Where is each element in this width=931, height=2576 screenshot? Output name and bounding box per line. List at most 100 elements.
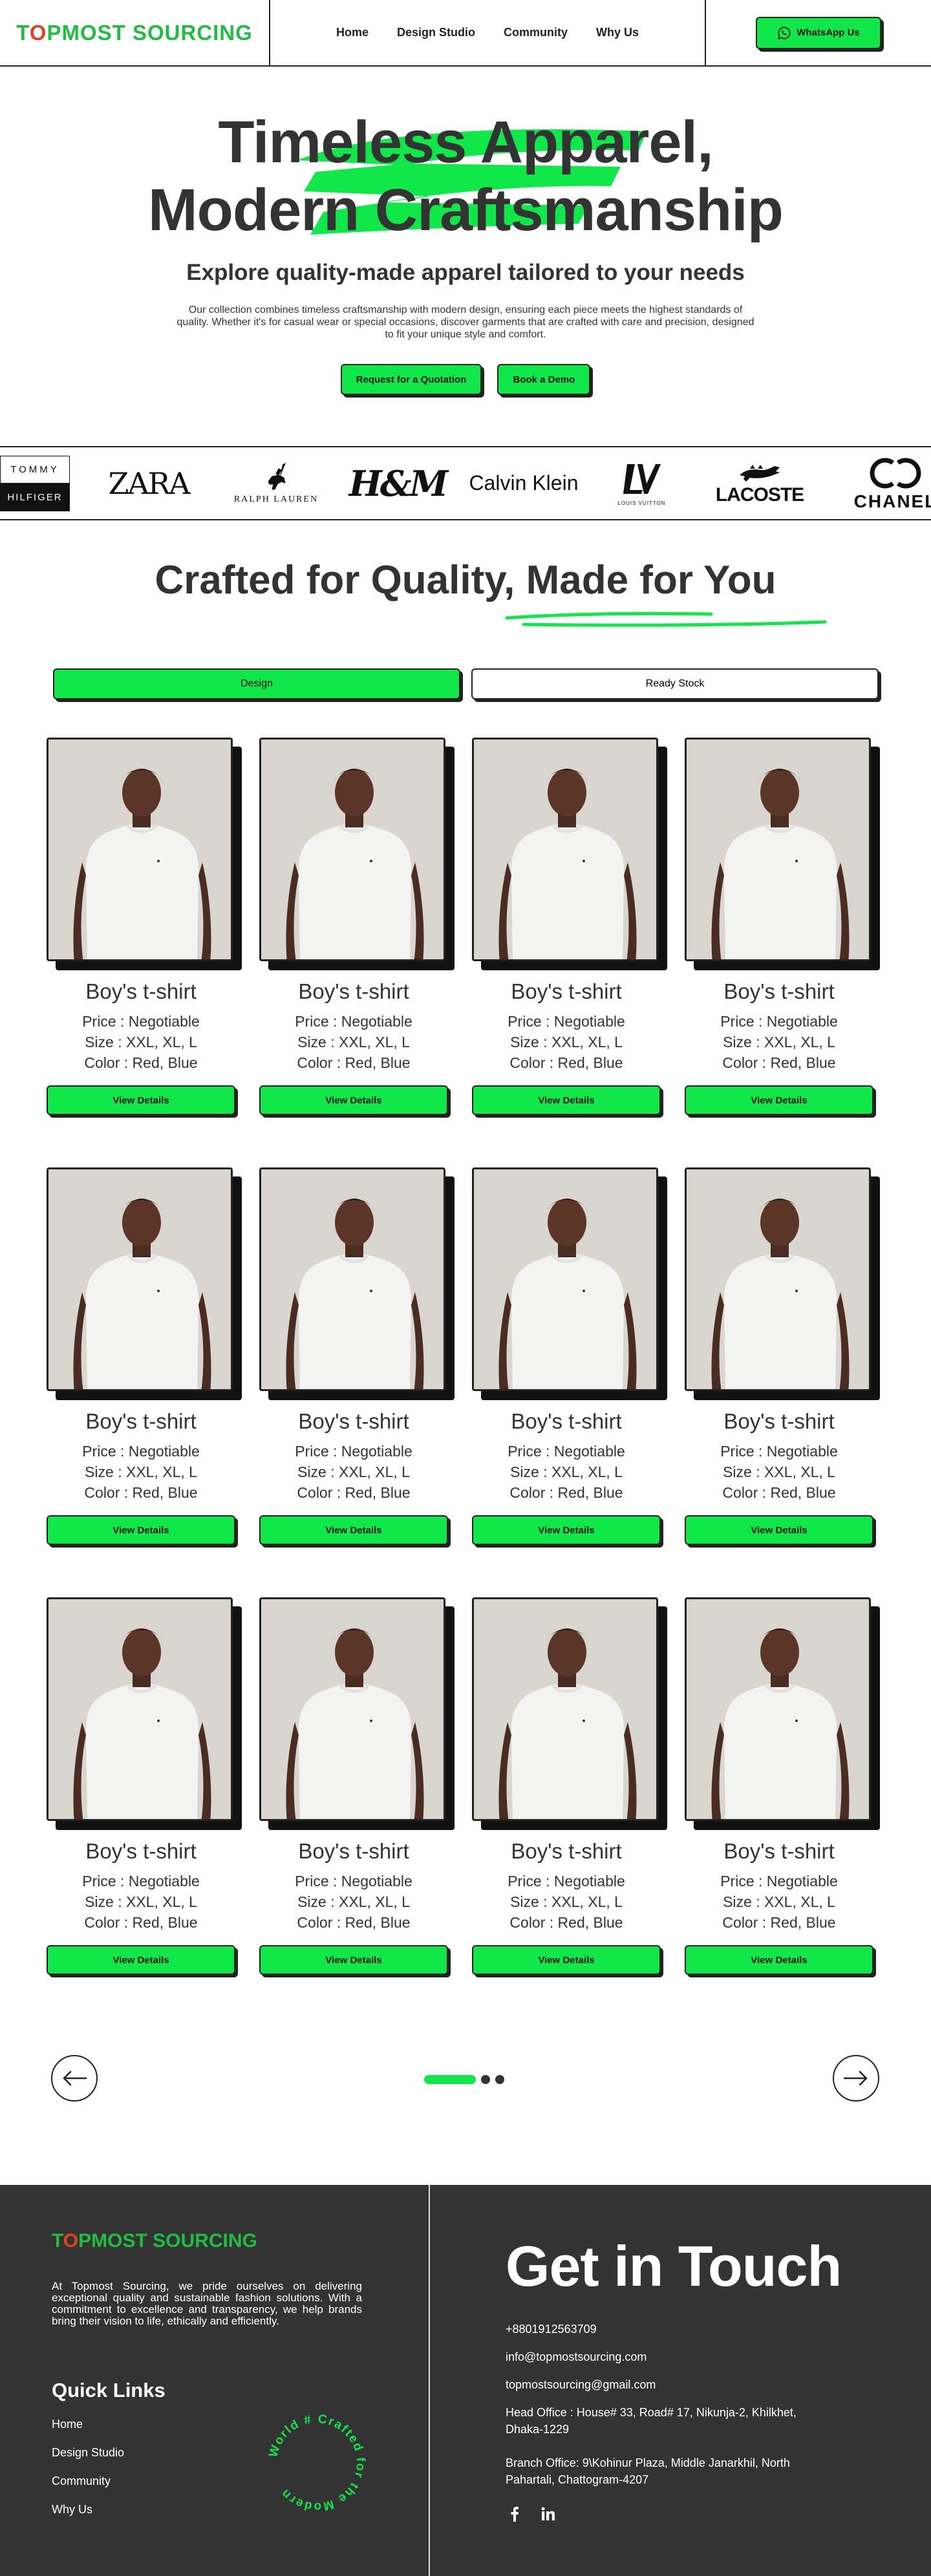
product-image[interactable] [259, 738, 445, 961]
footer-logo[interactable]: TOPMOST SOURCING [52, 2230, 257, 2252]
polo-player-icon [268, 462, 286, 489]
tommy-hilfiger-logo: TOMMY HILFIGER [0, 447, 70, 519]
product-price: Price : Negotiable [295, 1443, 412, 1460]
louis-vuitton-logo: LOUIS VUITTON [611, 447, 672, 519]
product-image[interactable] [47, 1597, 233, 1821]
product-image[interactable] [685, 738, 871, 961]
product-image[interactable] [259, 1167, 445, 1391]
product-title: Boy's t-shirt [298, 1409, 409, 1433]
footer-link-home[interactable]: Home [52, 2418, 83, 2431]
request-quotation-button[interactable]: Request for a Quotation [340, 364, 482, 395]
view-details-button[interactable]: View Details [47, 1515, 235, 1545]
product-photo-icon [261, 1169, 444, 1389]
view-details-button[interactable]: View Details [685, 1515, 873, 1545]
product-title: Boy's t-shirt [723, 1839, 835, 1863]
product-color: Color : Red, Blue [84, 1914, 198, 1931]
book-demo-button[interactable]: Book a Demo [497, 364, 591, 395]
product-size: Size : XXL, XL, L [510, 1893, 623, 1910]
product-photo-icon [48, 1169, 231, 1389]
logo[interactable]: TOPMOST SOURCING [0, 0, 270, 65]
linkedin-link[interactable] [539, 2505, 557, 2523]
product-title: Boy's t-shirt [723, 1409, 835, 1433]
product-title: Boy's t-shirt [85, 979, 197, 1003]
product-title: Boy's t-shirt [85, 1409, 197, 1433]
facebook-link[interactable] [506, 2505, 524, 2523]
product-photo-icon [474, 1599, 656, 1819]
product-size: Size : XXL, XL, L [297, 1464, 410, 1480]
nav-home[interactable]: Home [336, 26, 369, 39]
prev-page-button[interactable] [51, 2055, 98, 2102]
nav-why-us[interactable]: Why Us [596, 26, 639, 39]
product-title: Boy's t-shirt [511, 979, 622, 1003]
product-image[interactable] [472, 1167, 658, 1391]
tab-ready-stock[interactable]: Ready Stock [471, 668, 879, 699]
view-details-button[interactable]: View Details [685, 1085, 873, 1115]
rotating-circle-badge: World # Crafted for the Modern [266, 2412, 366, 2513]
page: TOPMOST SOURCING Home Design Studio Comm… [0, 0, 931, 2576]
products-section-title: Crafted for Quality, Made for You [155, 558, 776, 602]
next-page-button[interactable] [833, 2055, 879, 2102]
title-underline-stroke [505, 612, 827, 627]
contact-phone[interactable]: +8801912563709 [506, 2321, 597, 2337]
product-color: Color : Red, Blue [297, 1054, 411, 1071]
product-card: Boy's t-shirt Price : Negotiable Size : … [47, 1167, 241, 1549]
chanel-logo: CHANEL [850, 447, 931, 519]
view-details-button[interactable]: View Details [472, 1945, 661, 1975]
tab-design[interactable]: Design [53, 668, 460, 699]
footer-link-why-us[interactable]: Why Us [52, 2503, 92, 2517]
product-title: Boy's t-shirt [723, 979, 835, 1003]
product-photo-icon [474, 1169, 656, 1389]
product-size: Size : XXL, XL, L [510, 1464, 623, 1480]
whatsapp-button[interactable]: WhatsApp Us [756, 16, 881, 49]
product-image[interactable] [685, 1167, 871, 1391]
view-details-button[interactable]: View Details [47, 1085, 235, 1115]
footer-link-design-studio[interactable]: Design Studio [52, 2446, 124, 2460]
zara-logo: ZARA [108, 465, 190, 501]
circle-badge-text: World # Crafted for the Modern [266, 2412, 366, 2513]
product-image[interactable] [472, 738, 658, 961]
pagination-dot[interactable] [481, 2075, 490, 2084]
product-price: Price : Negotiable [508, 1873, 625, 1889]
product-price: Price : Negotiable [720, 1873, 838, 1889]
product-color: Color : Red, Blue [297, 1484, 411, 1501]
product-photo-icon [261, 740, 444, 959]
view-details-button[interactable]: View Details [47, 1945, 235, 1975]
product-color: Color : Red, Blue [509, 1484, 623, 1501]
product-image[interactable] [47, 738, 233, 961]
hero-title-line-2: Modern Craftsmanship [148, 177, 784, 243]
hero-title-line-1: Timeless Apparel, [218, 109, 713, 175]
nav-community[interactable]: Community [504, 26, 568, 39]
contact-email-info[interactable]: info@topmostsourcing.com [506, 2348, 647, 2365]
product-photo-icon [261, 1599, 444, 1819]
footer-link-community[interactable]: Community [52, 2475, 111, 2488]
product-size: Size : XXL, XL, L [723, 1464, 835, 1480]
view-details-button[interactable]: View Details [685, 1945, 873, 1975]
product-title: Boy's t-shirt [298, 1839, 409, 1863]
view-details-button[interactable]: View Details [259, 1945, 448, 1975]
crocodile-icon [740, 464, 780, 482]
product-color: Color : Red, Blue [297, 1914, 411, 1931]
view-details-button[interactable]: View Details [472, 1515, 661, 1545]
product-image[interactable] [685, 1597, 871, 1821]
lacoste-logo: LACOSTE [705, 447, 815, 519]
view-details-button[interactable]: View Details [259, 1085, 448, 1115]
brand-name: TOPMOST SOURCING [16, 20, 253, 45]
product-color: Color : Red, Blue [509, 1914, 623, 1931]
hero-description: Our collection combines timeless craftsm… [177, 304, 754, 340]
product-card: Boy's t-shirt Price : Negotiable Size : … [47, 1597, 241, 1979]
pagination-dot[interactable] [495, 2075, 504, 2084]
product-price: Price : Negotiable [295, 1013, 412, 1030]
view-details-button[interactable]: View Details [259, 1515, 448, 1545]
pagination-dot-active[interactable] [424, 2075, 476, 2084]
product-card: Boy's t-shirt Price : Negotiable Size : … [685, 1167, 879, 1549]
nav-design-studio[interactable]: Design Studio [397, 26, 475, 39]
arrow-right-icon [843, 2070, 868, 2086]
view-details-button[interactable]: View Details [472, 1085, 661, 1115]
product-card: Boy's t-shirt Price : Negotiable Size : … [472, 1597, 666, 1979]
product-image[interactable] [472, 1597, 658, 1821]
product-size: Size : XXL, XL, L [297, 1893, 410, 1910]
product-image[interactable] [259, 1597, 445, 1821]
product-color: Color : Red, Blue [722, 1054, 836, 1071]
contact-email-gmail[interactable]: topmostsourcing@gmail.com [506, 2376, 656, 2393]
product-image[interactable] [47, 1167, 233, 1391]
